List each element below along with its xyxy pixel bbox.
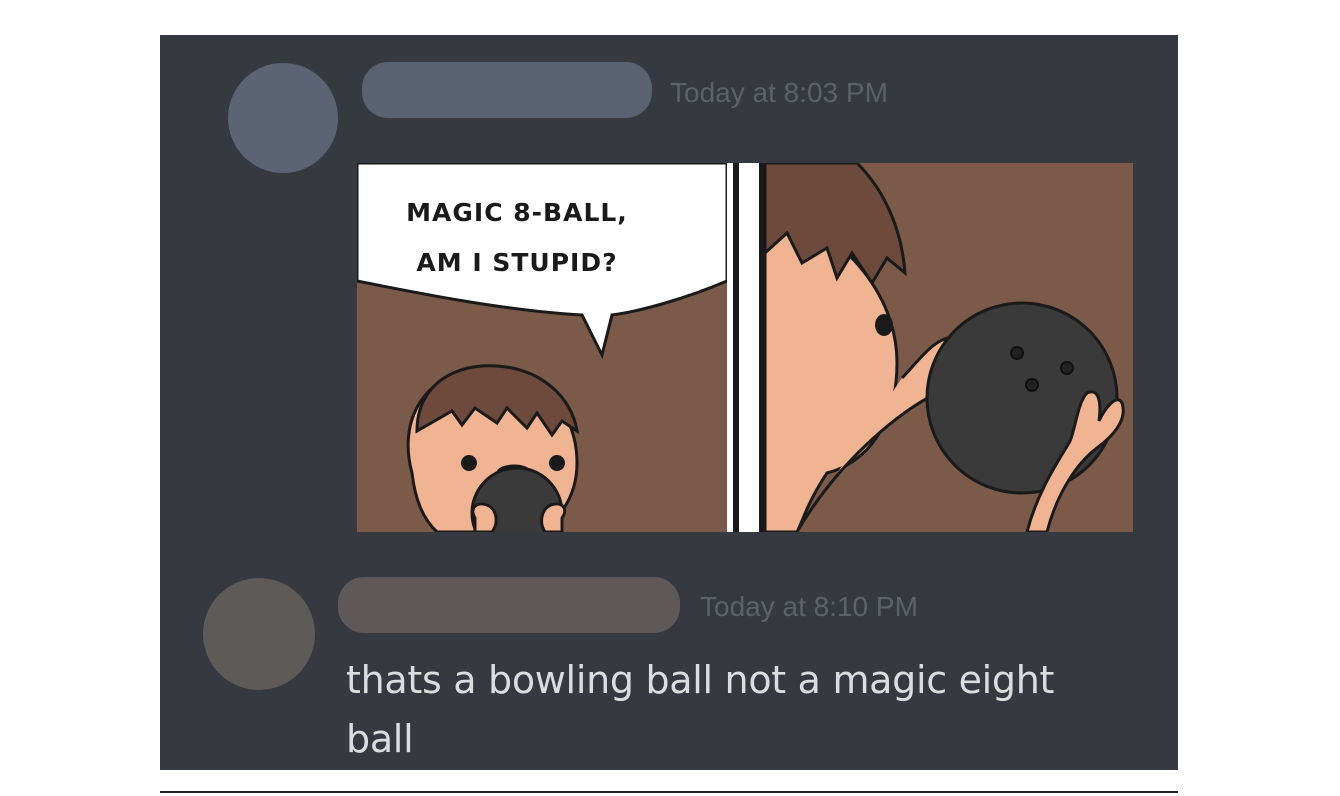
message-text: thats a bowling ball not a magic eight b… [346, 658, 1055, 761]
username-redacted-2[interactable] [338, 577, 680, 633]
speech-line-1: MAGIC 8-BALL, [406, 198, 628, 227]
speech-line-2: AM I STUPID? [416, 248, 617, 277]
message-timestamp-2: Today at 8:10 PM [700, 591, 918, 622]
message-timestamp: Today at 8:03 PM [670, 77, 888, 108]
user-avatar-2[interactable] [203, 578, 315, 690]
user-avatar[interactable] [228, 63, 338, 173]
username-redacted[interactable] [362, 62, 652, 118]
character-small [406, 364, 579, 532]
chat-panel: Today at 8:03 PM MAGIC 8-BALL, AM I STUP… [160, 35, 1178, 770]
comic-image[interactable]: MAGIC 8-BALL, AM I STUPID? [357, 163, 1133, 532]
divider [160, 791, 1178, 793]
